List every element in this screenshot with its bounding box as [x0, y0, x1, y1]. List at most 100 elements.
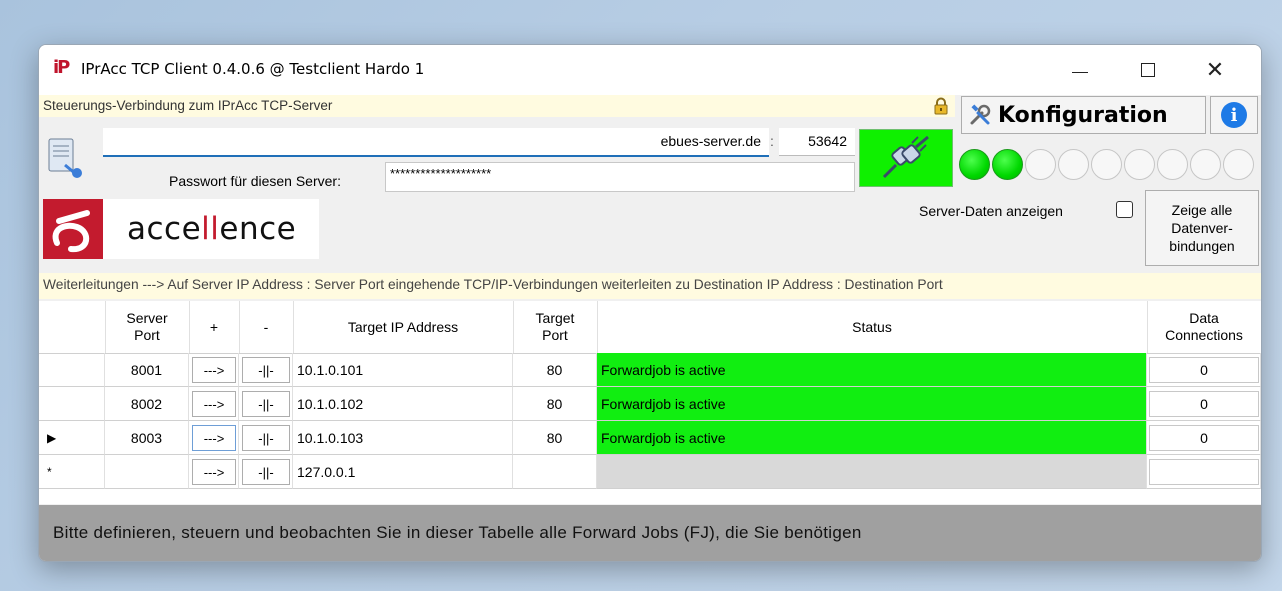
header-data-connections[interactable]: Data Connections	[1147, 301, 1261, 354]
server-port-input[interactable]: 53642	[779, 128, 855, 156]
status-led	[992, 149, 1023, 180]
status-led	[1058, 149, 1089, 180]
status-cell	[597, 455, 1147, 489]
show-server-data-label: Server-Daten anzeigen	[919, 203, 1063, 219]
konfiguration-label: Konfiguration	[998, 102, 1168, 128]
status-led	[1190, 149, 1221, 180]
server-host-input[interactable]: ebues-server.de	[103, 128, 769, 157]
show-server-data-checkbox[interactable]	[1116, 201, 1133, 218]
server-port-cell[interactable]: 8003	[105, 421, 189, 455]
stop-forward-button[interactable]: -||-	[242, 459, 290, 485]
status-cell: Forwardjob is active	[597, 353, 1147, 387]
row-selector[interactable]	[39, 353, 105, 387]
forward-jobs-table: Server Port + - Target IP Address Target P…	[39, 301, 1261, 504]
server-host-value: ebues-server.de	[660, 133, 761, 149]
status-led	[1025, 149, 1056, 180]
target-port-cell[interactable]: 80	[513, 353, 597, 387]
status-led	[1157, 149, 1188, 180]
data-connections-button[interactable]: 0	[1149, 425, 1259, 451]
server-port-cell[interactable]	[105, 455, 189, 489]
start-forward-button[interactable]: --->	[192, 357, 236, 383]
minimize-icon	[1072, 71, 1088, 73]
row-selector[interactable]: *	[39, 455, 105, 489]
server-port-cell[interactable]: 8001	[105, 353, 189, 387]
header-row-selector	[39, 301, 106, 354]
header-data-conn-line2: Connections	[1165, 327, 1243, 343]
header-data-conn-line1: Data	[1189, 310, 1219, 326]
show-all-line-3: bindungen	[1169, 238, 1235, 254]
status-led	[1124, 149, 1155, 180]
hint-bar: Bitte definieren, steuern und beobachten…	[39, 505, 1261, 561]
target-ip-cell[interactable]: 10.1.0.103	[293, 421, 513, 455]
hint-text: Bitte definieren, steuern und beobachten…	[53, 523, 862, 542]
stop-forward-button[interactable]: -||-	[242, 425, 290, 451]
status-led	[1091, 149, 1122, 180]
start-forward-button[interactable]: --->	[192, 459, 236, 485]
password-input[interactable]: ********************	[385, 162, 855, 192]
header-target-port-line1: Target	[535, 310, 575, 326]
show-all-label: Zeige alle Datenver- bindungen	[1169, 201, 1234, 255]
status-cell: Forwardjob is active	[597, 421, 1147, 455]
data-connections-button[interactable]: 0	[1149, 391, 1259, 417]
stop-forward-button[interactable]: -||-	[242, 391, 290, 417]
start-forward-button[interactable]: --->	[192, 425, 236, 451]
konfiguration-button[interactable]: Konfiguration	[961, 96, 1206, 134]
header-target-port-line2: Port	[542, 327, 568, 343]
header-plus[interactable]: +	[189, 301, 240, 354]
target-ip-cell[interactable]: 127.0.0.1	[293, 455, 513, 489]
row-marker: ▶	[47, 430, 57, 445]
host-port-separator: :	[770, 133, 774, 149]
header-target-ip[interactable]: Target IP Address	[293, 301, 514, 354]
header-server-port-line2: Port	[134, 327, 160, 343]
data-connections-button[interactable]: 0	[1149, 357, 1259, 383]
row-selector[interactable]	[39, 387, 105, 421]
status-cell: Forwardjob is active	[597, 387, 1147, 421]
tools-icon	[970, 104, 991, 125]
close-button[interactable]: ✕	[1192, 45, 1238, 95]
server-port-value: 53642	[808, 133, 847, 149]
stop-forward-button[interactable]: -||-	[242, 357, 290, 383]
status-led	[1223, 149, 1254, 180]
header-minus[interactable]: -	[239, 301, 294, 354]
minimize-button[interactable]	[1057, 45, 1103, 95]
header-status[interactable]: Status	[597, 301, 1148, 354]
accellence-logo: accellence	[43, 199, 319, 259]
password-value: ********************	[390, 166, 492, 181]
server-connection-icon	[48, 138, 82, 178]
plug-connected-icon	[882, 135, 929, 179]
show-all-line-2: Datenver-	[1171, 220, 1233, 236]
logo-text: accellence	[127, 211, 297, 247]
status-leds	[959, 149, 1259, 183]
title-bar: iP IPrAcc TCP Client 0.4.0.6 @ Testclien…	[39, 45, 1261, 95]
app-icon: iP	[53, 57, 70, 78]
connection-label: Steuerungs-Verbindung zum IPrAcc TCP-Ser…	[43, 98, 333, 113]
target-port-cell[interactable]: 80	[513, 421, 597, 455]
target-port-cell[interactable]: 80	[513, 387, 597, 421]
show-all-connections-button[interactable]: Zeige alle Datenver- bindungen	[1145, 190, 1259, 266]
window-title: IPrAcc TCP Client 0.4.0.6 @ Testclient H…	[81, 60, 425, 78]
header-target-port[interactable]: Target Port	[513, 301, 598, 354]
info-button[interactable]: i	[1210, 96, 1258, 134]
row-selector[interactable]: ▶	[39, 421, 105, 455]
app-window: iP IPrAcc TCP Client 0.4.0.6 @ Testclien…	[38, 44, 1262, 562]
forward-info-text: Weiterleitungen ---> Auf Server IP Addre…	[43, 277, 943, 292]
target-ip-cell[interactable]: 10.1.0.101	[293, 353, 513, 387]
row-marker: *	[47, 464, 52, 479]
status-led	[959, 149, 990, 180]
maximize-button[interactable]	[1125, 45, 1171, 95]
header-server-port-line1: Server	[126, 310, 168, 326]
server-port-cell[interactable]: 8002	[105, 387, 189, 421]
lock-icon	[934, 97, 948, 115]
password-label: Passwort für diesen Server:	[169, 173, 341, 189]
target-port-cell[interactable]	[513, 455, 597, 489]
target-ip-cell[interactable]: 10.1.0.102	[293, 387, 513, 421]
connect-button[interactable]	[859, 129, 953, 187]
maximize-icon	[1141, 63, 1155, 77]
data-connections-button[interactable]	[1149, 459, 1259, 485]
close-icon: ✕	[1205, 57, 1225, 83]
info-icon: i	[1221, 102, 1247, 128]
start-forward-button[interactable]: --->	[192, 391, 236, 417]
show-all-line-1: Zeige alle	[1171, 202, 1233, 218]
logo-mark-icon	[43, 199, 103, 259]
header-server-port[interactable]: Server Port	[105, 301, 190, 354]
